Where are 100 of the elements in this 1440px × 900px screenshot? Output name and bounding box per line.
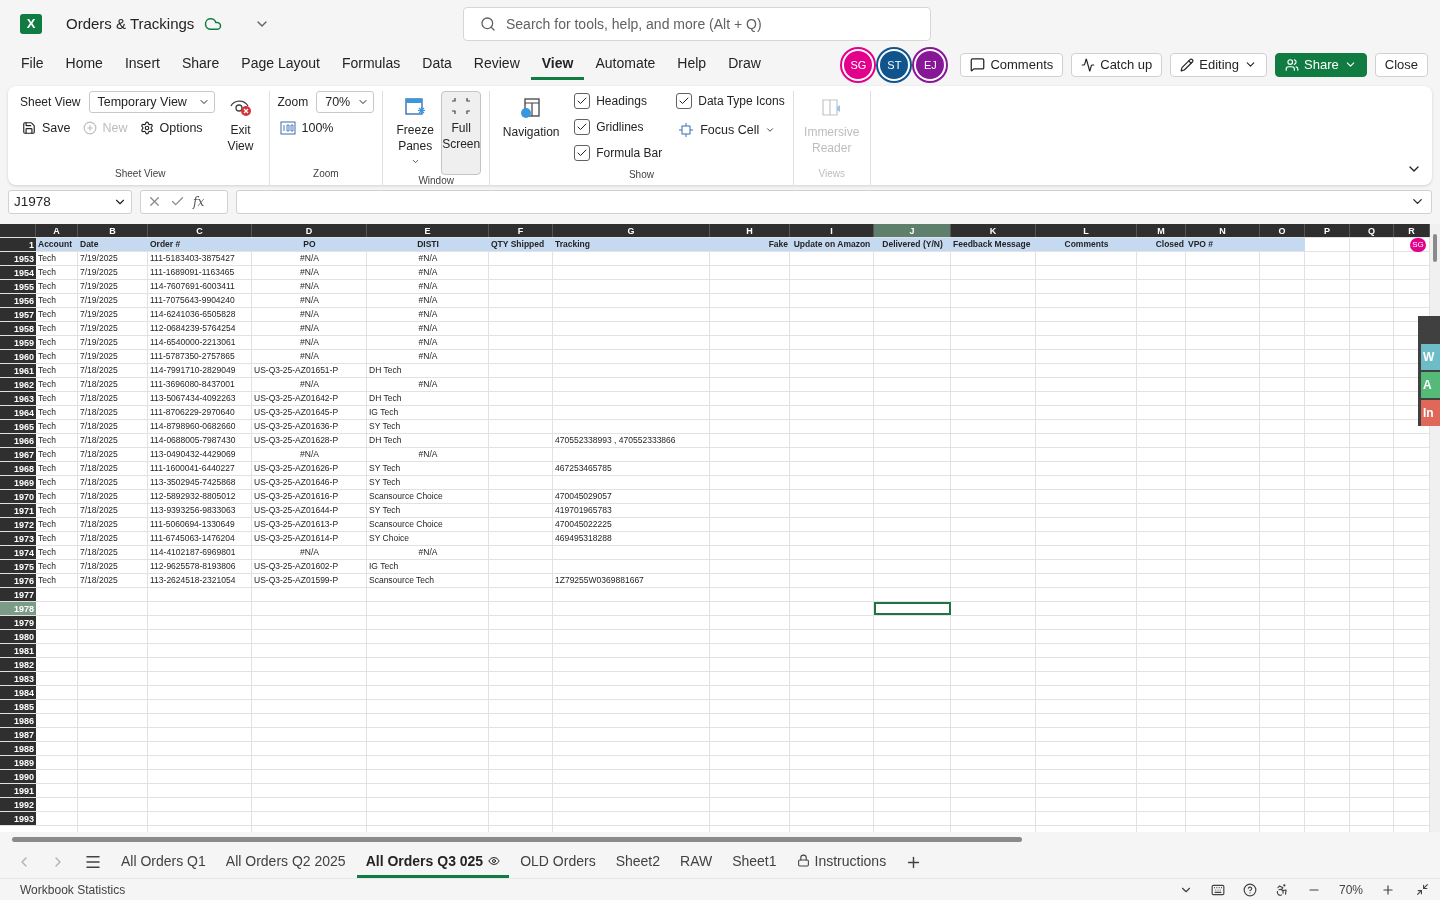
sheet-tab[interactable]: OLD Orders <box>511 846 605 879</box>
table-cell-text: Tech <box>37 251 57 265</box>
table-cell-text: #N/A <box>299 265 320 279</box>
navigation-button[interactable]: Navigation <box>498 90 565 169</box>
user-avatar[interactable]: EJ <box>916 50 945 79</box>
column-header[interactable]: F <box>489 223 553 237</box>
zoom-in-icon[interactable] <box>1381 882 1395 897</box>
app-logo[interactable]: X <box>20 13 42 34</box>
table-cell-text: Tech <box>37 559 57 573</box>
sheet-tab[interactable]: RAW <box>671 846 722 879</box>
catchup-button[interactable]: Catch up <box>1071 52 1163 77</box>
sheet-tab[interactable]: Sheet2 <box>606 846 669 879</box>
search-field[interactable]: Search for tools, help, and more (Alt + Q) <box>463 7 931 41</box>
table-cell-text: SY Tech <box>368 461 402 475</box>
menu-tab[interactable]: Page Layout <box>230 49 331 81</box>
menu-tab[interactable]: Insert <box>113 49 171 81</box>
menu-tab[interactable]: Share <box>170 49 231 81</box>
checkbox[interactable]: Headings <box>574 90 663 111</box>
column-header[interactable]: I <box>790 223 874 237</box>
table-cell-text: US-Q3-25-AZ01642-P <box>253 391 340 405</box>
group-label: Show <box>627 168 655 182</box>
document-title[interactable]: Orders & Trackings <box>66 15 195 33</box>
table-cell-text: Tech <box>37 265 57 279</box>
menu-tab[interactable]: Formulas <box>330 49 412 81</box>
select-all-corner[interactable] <box>0 223 36 237</box>
column-header[interactable]: N <box>1186 223 1260 237</box>
table-cell-text: Scansource Choice <box>368 489 444 503</box>
close-button[interactable]: Close <box>1374 52 1428 77</box>
share-button[interactable]: Share <box>1275 52 1367 77</box>
table-cell-text: #N/A <box>299 447 320 461</box>
help-icon[interactable] <box>1242 882 1257 897</box>
table-cell-text: #N/A <box>299 307 320 321</box>
editing-button[interactable]: Editing <box>1170 52 1268 77</box>
column-header[interactable]: G <box>553 223 710 237</box>
table-cell-text: 7/19/2025 <box>79 335 119 349</box>
sheet-tab[interactable]: Instructions <box>787 846 896 879</box>
column-header[interactable]: K <box>951 223 1036 237</box>
table-cell-text: 7/19/2025 <box>79 293 119 307</box>
column-header[interactable]: L <box>1036 223 1137 237</box>
sheet-tab[interactable]: All Orders Q3 025 <box>356 846 510 879</box>
comments-button[interactable]: Comments <box>960 52 1064 77</box>
menu-tab[interactable]: Help <box>666 49 718 81</box>
exit-view-button[interactable]: Exit View <box>220 90 261 168</box>
table-cell-text: #N/A <box>417 321 439 335</box>
user-avatar[interactable]: ST <box>880 50 909 79</box>
column-header[interactable]: H <box>710 223 790 237</box>
table-cell-text: SY Tech <box>368 475 402 489</box>
accessibility-icon[interactable] <box>1274 882 1289 897</box>
checkbox[interactable]: Formula Bar <box>574 142 663 163</box>
zoom-dropdown[interactable]: 70% <box>316 90 375 113</box>
menu-tab[interactable]: Data <box>411 49 463 81</box>
zoom-100-button[interactable]: 100% <box>277 118 375 137</box>
options-button[interactable]: Options <box>137 118 205 137</box>
column-header[interactable]: M <box>1137 223 1186 237</box>
keyboard-icon[interactable] <box>1210 882 1225 897</box>
save-button[interactable]: Save <box>20 118 73 137</box>
checkbox[interactable]: Data Type Icons <box>676 90 785 111</box>
sheet-view-dropdown[interactable]: Temporary View <box>88 90 215 113</box>
column-header[interactable]: P <box>1305 223 1350 237</box>
sheet-tab[interactable]: Sheet1 <box>723 846 786 879</box>
column-header[interactable]: C <box>148 223 252 237</box>
column-header[interactable]: J <box>874 223 951 237</box>
table-cell-text: 7/18/2025 <box>79 461 119 475</box>
menu-tab[interactable]: Automate <box>584 49 667 81</box>
table-cell-text: 113-3502945-7425868 <box>149 475 237 489</box>
table-cell-text: 111-7075643-9904240 <box>149 293 236 307</box>
column-header[interactable]: O <box>1260 223 1305 237</box>
table-cell-text: Tech <box>37 279 57 293</box>
freeze-panes-button[interactable]: Freeze Panes <box>391 90 440 175</box>
menu-tab[interactable]: File <box>10 49 55 81</box>
column-header[interactable]: E <box>367 223 489 237</box>
sheet-tab[interactable]: All Orders Q1 <box>112 846 215 879</box>
column-header[interactable]: D <box>252 223 367 237</box>
name-box[interactable]: J1978 <box>8 189 132 214</box>
menu-tab[interactable]: Home <box>54 49 114 81</box>
menu-tab[interactable]: Review <box>462 49 531 81</box>
full-screen-button[interactable]: Full Screen <box>441 90 482 175</box>
table-cell-text: 7/18/2025 <box>79 517 119 531</box>
column-title: Closed <box>1154 237 1185 251</box>
column-header[interactable]: Q <box>1350 223 1394 237</box>
menu-tab[interactable]: Draw <box>717 49 772 81</box>
column-header[interactable]: B <box>78 223 148 237</box>
workbook-statistics[interactable]: Workbook Statistics <box>20 882 126 897</box>
checkbox[interactable]: Gridlines <box>574 116 663 137</box>
zoom-level[interactable]: 70% <box>1338 882 1363 897</box>
column-header[interactable]: R <box>1394 223 1430 237</box>
function-button[interactable]: fx <box>193 194 205 209</box>
sheet-tab[interactable]: All Orders Q2 2025 <box>216 846 355 879</box>
table-cell-text: #N/A <box>417 335 439 349</box>
fit-icon[interactable] <box>1416 883 1429 897</box>
scroll-thumb[interactable] <box>1433 233 1437 262</box>
focus-cell-button[interactable]: Focus Cell <box>676 116 785 143</box>
table-cell-text: Tech <box>37 503 57 517</box>
table-cell-text: #N/A <box>299 251 320 265</box>
table-cell-text: 114-6540000-2213061 <box>149 335 237 349</box>
user-avatar[interactable]: SG <box>844 50 873 79</box>
column-header[interactable]: A <box>36 223 78 237</box>
menu-tab[interactable]: View <box>530 49 585 81</box>
formula-input[interactable] <box>236 189 1432 214</box>
cell-cursor[interactable] <box>874 601 951 615</box>
